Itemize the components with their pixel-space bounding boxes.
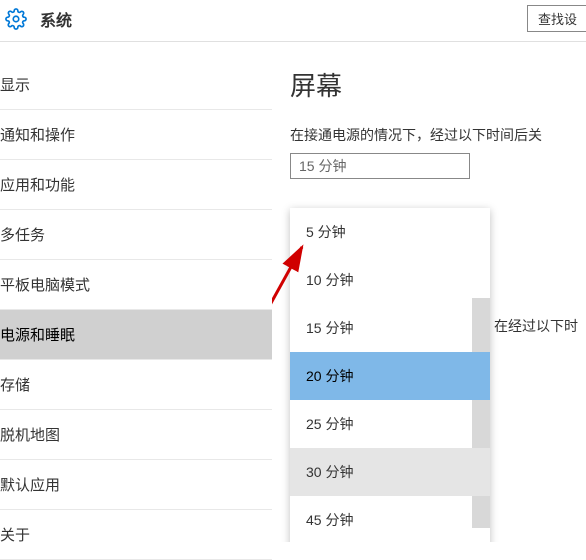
sidebar-item[interactable]: 关于 (0, 510, 272, 560)
dropdown-item[interactable]: 15 分钟 (290, 304, 490, 352)
search-label: 查找设 (538, 12, 577, 27)
dropdown-item[interactable]: 5 分钟 (290, 208, 490, 256)
section-title: 屏幕 (290, 66, 586, 103)
sidebar-item-label: 应用和功能 (0, 177, 75, 194)
header: 系统 查找设 (0, 0, 586, 42)
gear-icon (4, 7, 28, 31)
sidebar-item-label: 关于 (0, 527, 30, 544)
sidebar-item[interactable]: 通知和操作 (0, 110, 272, 160)
search-button[interactable]: 查找设 (527, 5, 586, 32)
layout: 显示通知和操作应用和功能多任务平板电脑模式电源和睡眠存储脱机地图默认应用关于 屏… (0, 42, 586, 542)
sidebar-item[interactable]: 默认应用 (0, 460, 272, 510)
dropdown-item[interactable]: 25 分钟 (290, 400, 490, 448)
side-text: 在经过以下时 (494, 316, 578, 336)
time-dropdown: 5 分钟10 分钟15 分钟20 分钟25 分钟30 分钟45 分钟1 小时2 … (290, 208, 490, 542)
sidebar-item-label: 存储 (0, 377, 30, 394)
dropdown-item[interactable]: 10 分钟 (290, 256, 490, 304)
sidebar-item[interactable]: 电源和睡眠 (0, 310, 272, 360)
dropdown-item[interactable]: 30 分钟 (290, 448, 490, 496)
sidebar-item[interactable]: 脱机地图 (0, 410, 272, 460)
sidebar-item-label: 电源和睡眠 (0, 327, 75, 344)
sidebar-item-label: 默认应用 (0, 477, 60, 494)
sidebar-item-label: 平板电脑模式 (0, 277, 90, 294)
page-title: 系统 (40, 7, 72, 31)
sidebar-item[interactable]: 存储 (0, 360, 272, 410)
dropdown-item-label: 5 分钟 (306, 224, 346, 240)
sidebar-item[interactable]: 多任务 (0, 210, 272, 260)
sidebar-item-label: 显示 (0, 77, 30, 94)
section-desc: 在接通电源的情况下，经过以下时间后关 (290, 125, 586, 145)
time-select[interactable]: 15 分钟 (290, 153, 470, 179)
sidebar-item[interactable]: 显示 (0, 60, 272, 110)
dropdown-item-label: 20 分钟 (306, 368, 353, 384)
select-value: 15 分钟 (299, 156, 346, 176)
dropdown-item-label: 45 分钟 (306, 512, 353, 528)
sidebar-item[interactable]: 应用和功能 (0, 160, 272, 210)
dropdown-item[interactable]: 20 分钟 (290, 352, 490, 400)
sidebar-item-label: 多任务 (0, 227, 45, 244)
sidebar-item-label: 脱机地图 (0, 427, 60, 444)
header-left: 系统 (4, 7, 72, 31)
main-panel: 屏幕 在接通电源的情况下，经过以下时间后关 15 分钟 5 分钟 10 分钟 15 … (272, 42, 586, 542)
dropdown-item-label: 30 分钟 (306, 464, 353, 480)
dropdown-item-label: 15 分钟 (306, 320, 353, 336)
sidebar-item[interactable]: 平板电脑模式 (0, 260, 272, 310)
dropdown-item[interactable]: 45 分钟 (290, 496, 490, 542)
dropdown-item-label: 25 分钟 (306, 416, 353, 432)
sidebar: 显示通知和操作应用和功能多任务平板电脑模式电源和睡眠存储脱机地图默认应用关于 (0, 42, 272, 542)
dropdown-item-label: 10 分钟 (306, 272, 353, 288)
sidebar-item-label: 通知和操作 (0, 127, 75, 144)
